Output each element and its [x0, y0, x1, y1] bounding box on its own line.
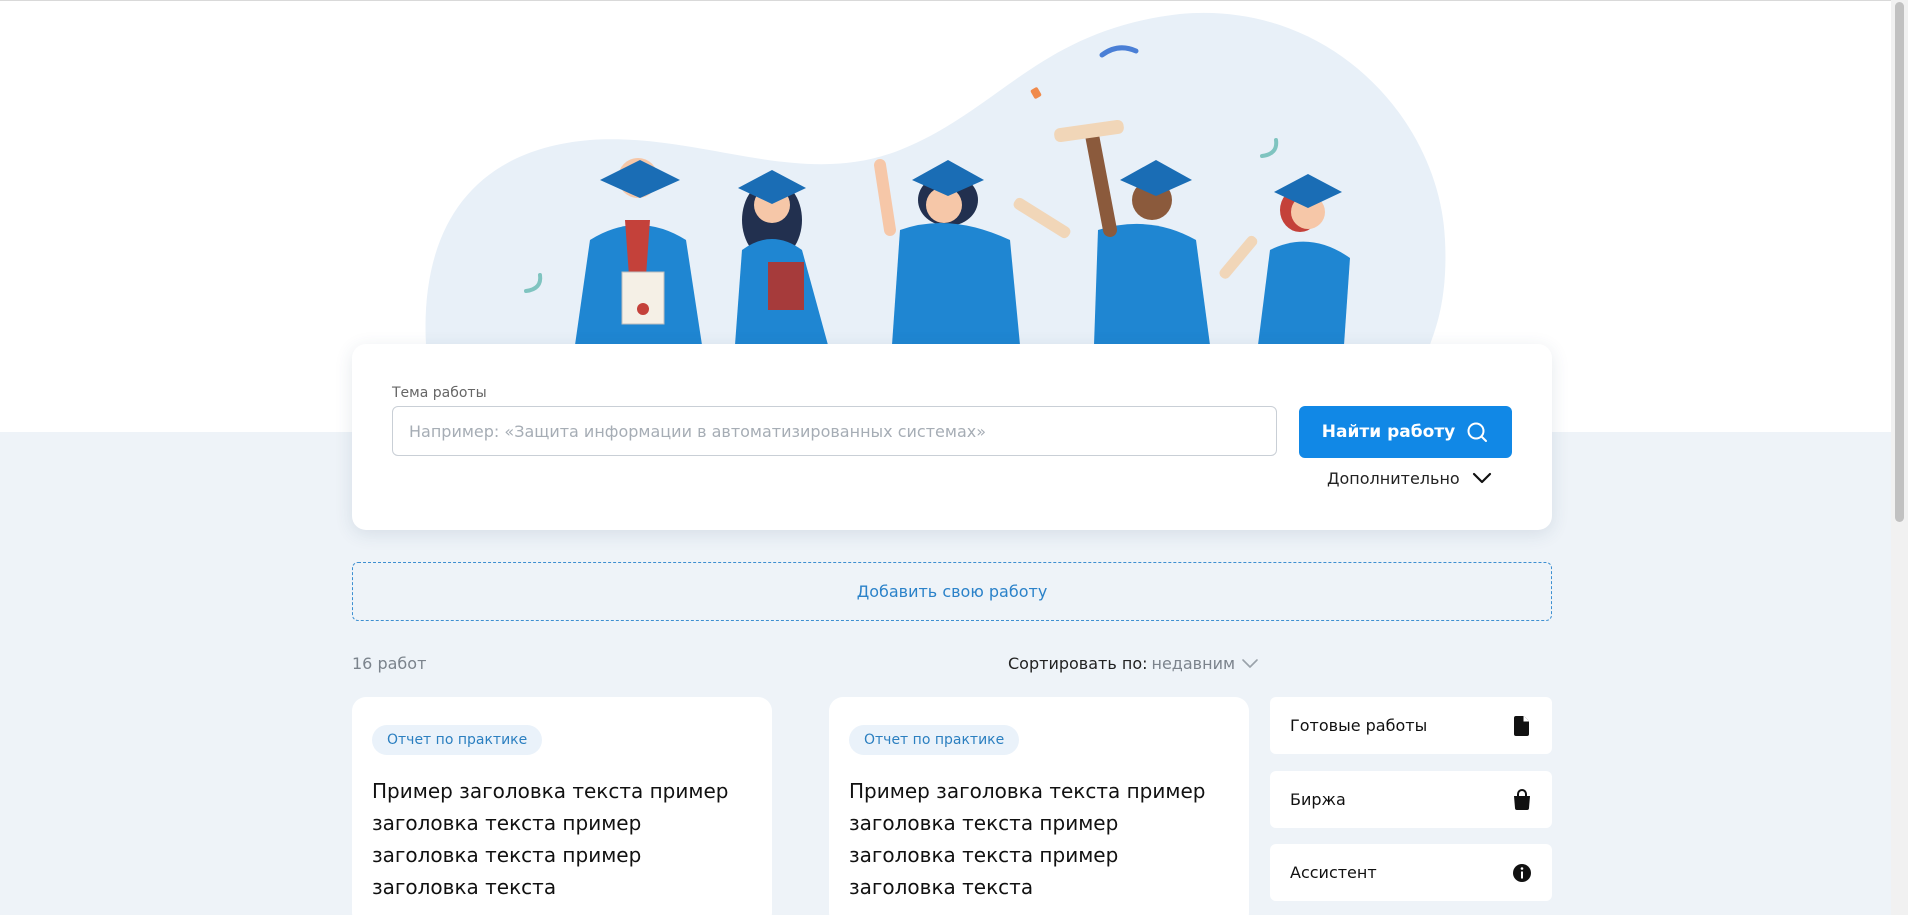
- search-icon: [1467, 422, 1488, 442]
- advanced-options-toggle[interactable]: Дополнительно: [1327, 466, 1492, 490]
- work-type-tag: Отчет по практике: [372, 725, 543, 755]
- sidebar-item-label: Биржа: [1290, 790, 1346, 809]
- sidebar-item-ready-works[interactable]: Готовые работы: [1270, 697, 1552, 754]
- work-title[interactable]: Пример заголовка текста пример заголовка…: [849, 775, 1229, 903]
- info-icon: [1513, 863, 1531, 882]
- search-field-label: Тема работы: [392, 385, 487, 401]
- work-card[interactable]: Отчет по практике Пример заголовка текст…: [829, 697, 1249, 915]
- sort-value: недавним: [1151, 654, 1236, 673]
- advanced-options-label: Дополнительно: [1327, 468, 1460, 488]
- search-card: Тема работы Найти работу Дополнительно: [352, 344, 1552, 530]
- document-icon: [1514, 715, 1529, 736]
- find-work-button[interactable]: Найти работу: [1299, 406, 1512, 458]
- search-input[interactable]: [392, 406, 1277, 456]
- sort-label: Сортировать по:: [1008, 654, 1148, 673]
- sidebar-item-assistant[interactable]: Ассистент: [1270, 844, 1552, 901]
- shopping-bag-icon: [1514, 788, 1530, 810]
- chevron-down-icon: [1242, 659, 1258, 668]
- chevron-down-icon: [1472, 472, 1491, 484]
- results-count: 16 работ: [352, 654, 427, 673]
- sort-dropdown[interactable]: недавним: [1152, 654, 1260, 673]
- add-work-button[interactable]: Добавить свою работу: [352, 562, 1552, 621]
- work-type-tag: Отчет по практике: [849, 725, 1020, 755]
- sidebar-item-label: Готовые работы: [1290, 716, 1428, 735]
- scrollbar-thumb[interactable]: [1895, 2, 1904, 522]
- sidebar-item-label: Ассистент: [1290, 863, 1377, 882]
- work-title[interactable]: Пример заголовка текста пример заголовка…: [372, 775, 752, 903]
- scrollbar[interactable]: [1891, 0, 1908, 915]
- work-card[interactable]: Отчет по практике Пример заголовка текст…: [352, 697, 772, 915]
- sidebar-item-exchange[interactable]: Биржа: [1270, 771, 1552, 828]
- add-work-label: Добавить свою работу: [856, 582, 1048, 601]
- graduates-illustration: [425, 12, 1446, 345]
- sort-control: Сортировать по: недавним: [1008, 654, 1259, 673]
- find-work-button-label: Найти работу: [1321, 422, 1456, 442]
